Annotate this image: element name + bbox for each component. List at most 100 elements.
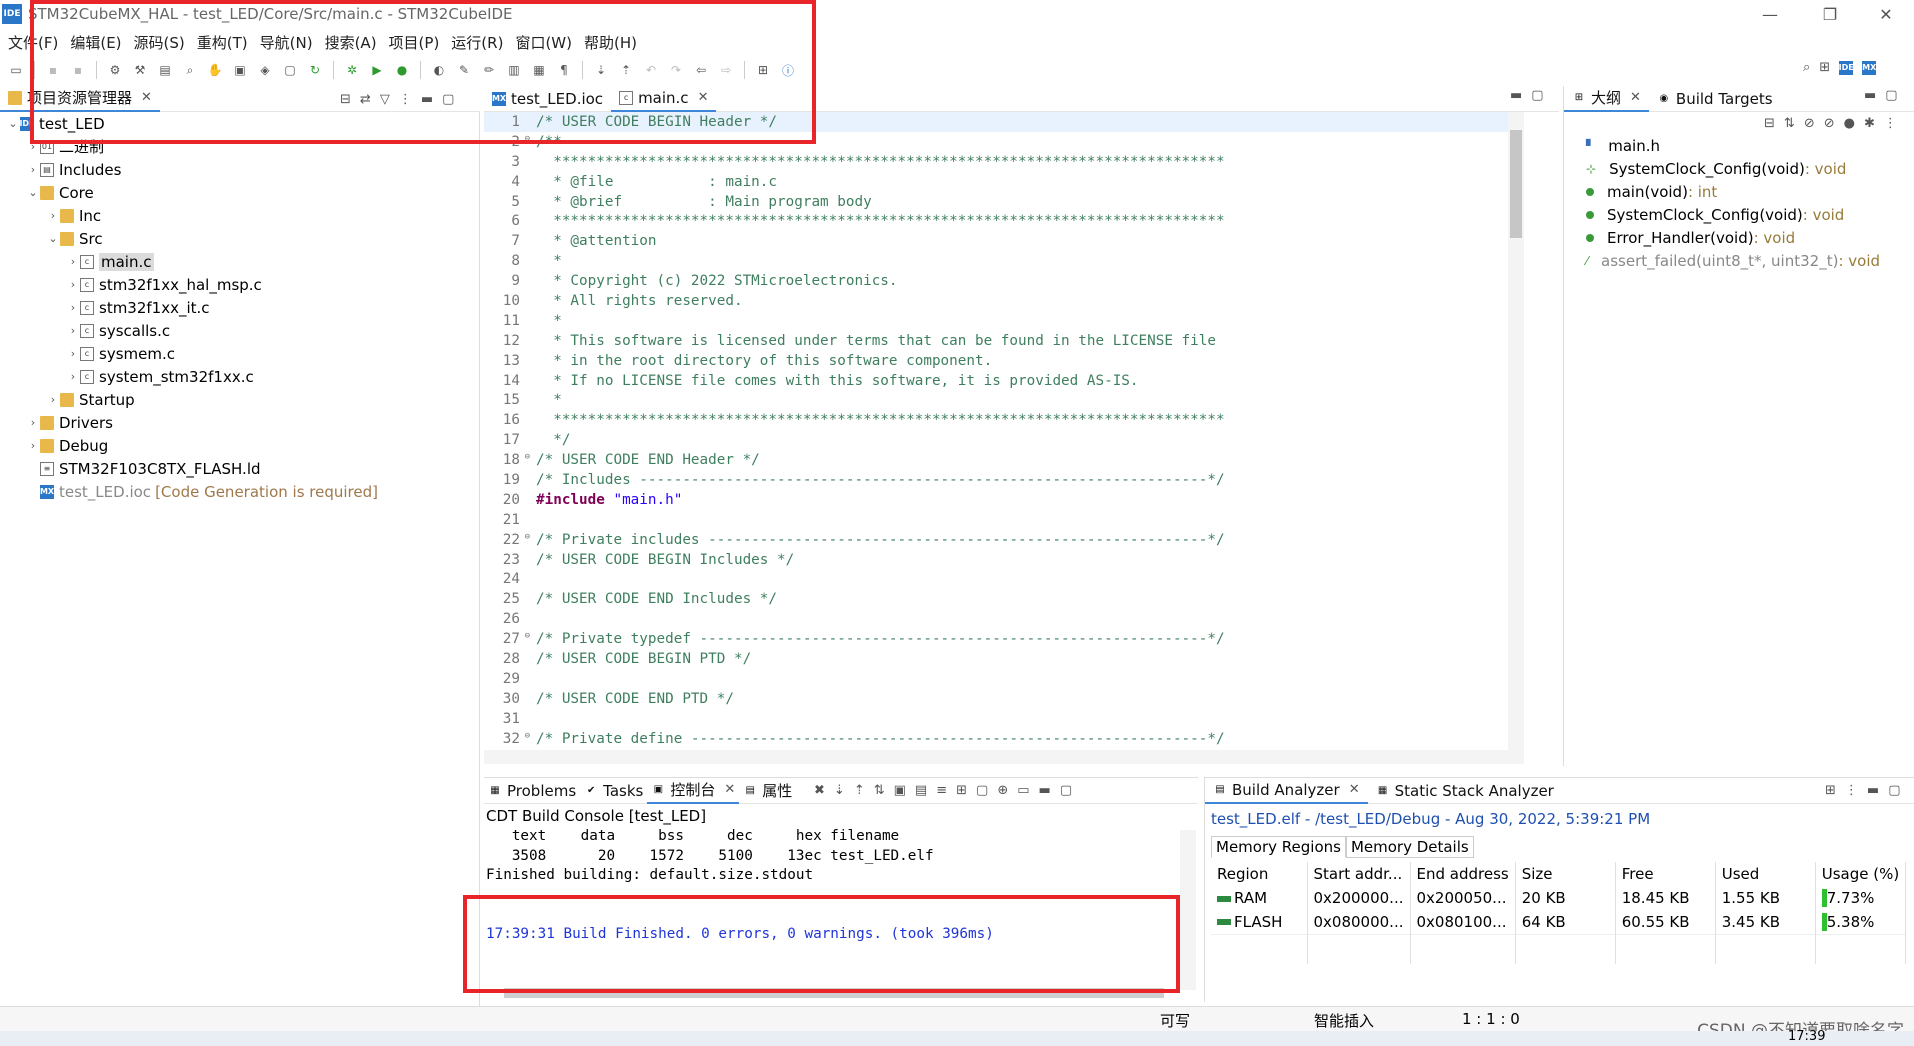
- menu-item[interactable]: 运行(R): [451, 32, 503, 53]
- console-tab[interactable]: ▣ 控制台 ✕: [647, 777, 740, 804]
- maximize-button[interactable]: ❐: [1800, 0, 1860, 28]
- tree-item[interactable]: › c system_stm32f1xx.c: [0, 365, 480, 388]
- expand-arrow-icon[interactable]: ›: [26, 163, 40, 176]
- show-whitespace-icon[interactable]: ¶: [554, 60, 574, 80]
- maximize-view-icon[interactable]: ▢: [1531, 88, 1543, 103]
- view-menu-icon[interactable]: ⋮: [399, 92, 412, 107]
- expand-arrow-icon[interactable]: ›: [26, 439, 40, 452]
- new-project-icon[interactable]: ▣: [230, 60, 250, 80]
- search-icon[interactable]: ⌕: [1803, 60, 1810, 75]
- prev-annotation-icon[interactable]: ⇡: [616, 60, 636, 80]
- close-icon[interactable]: ✕: [724, 782, 735, 797]
- memory-subtab[interactable]: Memory Regions: [1211, 836, 1346, 858]
- open-element-icon[interactable]: ✎: [454, 60, 474, 80]
- view-menu-icon[interactable]: ⋮: [1884, 116, 1897, 131]
- expand-arrow-icon[interactable]: ›: [46, 393, 60, 406]
- outline-item[interactable]: SystemClock_Config(void) : void: [1564, 203, 1880, 226]
- external-tools-icon[interactable]: ●: [392, 60, 412, 80]
- expand-arrow-icon[interactable]: ›: [66, 370, 80, 383]
- tree-item[interactable]: › ■ Debug: [0, 434, 480, 457]
- table-row[interactable]: RAM 0x200000... 0x200050... 20 KB 18.45 KB 1.…: [1211, 886, 1907, 910]
- pin-console-icon[interactable]: ⊞: [956, 783, 967, 798]
- expand-arrow-icon[interactable]: ⌄: [46, 232, 60, 245]
- tree-item[interactable]: ⌄ IDE test_LED: [0, 112, 480, 135]
- minimize-view-icon[interactable]: ▬: [1510, 88, 1522, 103]
- menu-item[interactable]: 源码(S): [134, 32, 185, 53]
- close-icon[interactable]: ✕: [698, 90, 709, 105]
- tree-item[interactable]: MX test_LED.ioc [Code Generation is requir…: [0, 480, 480, 503]
- search-file-icon[interactable]: ⌕: [180, 60, 200, 80]
- console-horizontal-scrollbar[interactable]: [504, 988, 1164, 998]
- build-hammer-icon[interactable]: ⚒: [130, 60, 150, 80]
- copy-icon[interactable]: ▣: [894, 783, 906, 798]
- tree-item[interactable]: › ▤ Includes: [0, 158, 480, 181]
- save-icon[interactable]: ▪: [43, 60, 63, 80]
- binary-icon[interactable]: ▤: [155, 60, 175, 80]
- column-header[interactable]: Free: [1615, 862, 1716, 886]
- hand-icon[interactable]: ✋: [205, 60, 225, 80]
- outline-tab[interactable]: ⊞ 大纲 ✕: [1564, 85, 1649, 112]
- console-tab[interactable]: ▤ 属性: [739, 778, 796, 804]
- open-external-icon[interactable]: ⊞: [1825, 783, 1836, 798]
- console-vertical-scrollbar[interactable]: [1180, 830, 1196, 990]
- tab-project-explorer[interactable]: ■ 项目资源管理器 ✕: [0, 85, 160, 112]
- run-icon[interactable]: ▶: [367, 60, 387, 80]
- expand-arrow-icon[interactable]: ›: [66, 255, 80, 268]
- menu-item[interactable]: 窗口(W): [515, 32, 572, 53]
- paste-icon[interactable]: ▤: [915, 783, 927, 798]
- column-header[interactable]: Start addr...: [1307, 862, 1411, 886]
- hide-nonpublic-icon[interactable]: ●: [1844, 116, 1855, 131]
- build-analyzer-title[interactable]: test_LED.elf - /test_LED/Debug - Aug 30,…: [1211, 810, 1650, 828]
- maximize-view-icon[interactable]: ▢: [442, 92, 454, 107]
- outline-item[interactable]: Error_Handler(void) : void: [1564, 226, 1880, 249]
- info-icon[interactable]: ⓘ: [778, 60, 798, 80]
- expand-arrow-icon[interactable]: ⌄: [26, 186, 40, 199]
- close-icon[interactable]: ✕: [141, 90, 152, 105]
- expand-arrow-icon[interactable]: ›: [66, 347, 80, 360]
- toggle-mark-icon[interactable]: ▥: [504, 60, 524, 80]
- block-select-icon[interactable]: ▦: [529, 60, 549, 80]
- editor-tab[interactable]: c main.c ✕: [611, 85, 717, 112]
- menu-item[interactable]: 搜索(A): [325, 32, 377, 53]
- new-console-icon[interactable]: ▭: [1017, 783, 1029, 798]
- pin-editor-icon[interactable]: ⊞: [753, 60, 773, 80]
- tree-item[interactable]: › ■ Startup: [0, 388, 480, 411]
- prev-error-icon[interactable]: ⇡: [854, 783, 865, 798]
- group-icon[interactable]: ✱: [1864, 116, 1875, 131]
- column-header[interactable]: Region: [1211, 862, 1308, 886]
- collapse-all-icon[interactable]: ⊟: [340, 92, 351, 107]
- tree-item[interactable]: › ■ Drivers: [0, 411, 480, 434]
- menu-item[interactable]: 项目(P): [389, 32, 440, 53]
- minimize-view-icon[interactable]: ▬: [1039, 783, 1051, 798]
- minimize-view-icon[interactable]: ▬: [1867, 783, 1879, 798]
- outline-item[interactable]: ▘ main.h: [1564, 134, 1880, 157]
- column-header[interactable]: End address: [1410, 862, 1516, 886]
- editor-horizontal-scrollbar[interactable]: [484, 750, 1524, 764]
- forward-edit-icon[interactable]: ↷: [666, 60, 686, 80]
- expand-arrow-icon[interactable]: ›: [26, 140, 40, 153]
- view-menu-icon[interactable]: ⋮: [1845, 783, 1858, 798]
- table-row[interactable]: FLASH 0x080000... 0x080100... 64 KB 60.55 KB…: [1211, 910, 1907, 934]
- close-icon[interactable]: ✕: [1630, 90, 1641, 105]
- expand-arrow-icon[interactable]: ⌄: [6, 117, 20, 130]
- console-tab[interactable]: ✔ Tasks: [580, 778, 647, 804]
- next-error-icon[interactable]: ⇣: [834, 783, 845, 798]
- menu-item[interactable]: 重构(T): [197, 32, 248, 53]
- hide-fields-icon[interactable]: ⊘: [1804, 116, 1815, 131]
- minimize-view-icon[interactable]: ▬: [421, 92, 433, 107]
- save-all-icon[interactable]: ▪: [68, 60, 88, 80]
- menu-item[interactable]: 文件(F): [8, 32, 58, 53]
- ide-perspective-icon[interactable]: IDE: [1839, 60, 1854, 75]
- expand-arrow-icon[interactable]: ›: [66, 324, 80, 337]
- console-output[interactable]: text data bss dec hex filename 3508 20 1…: [486, 828, 1176, 945]
- column-header[interactable]: Usage (%): [1815, 862, 1907, 886]
- fold-toggle-icon[interactable]: ⊖: [525, 452, 530, 462]
- expand-arrow-icon[interactable]: ›: [26, 416, 40, 429]
- open-console-icon[interactable]: ⊕: [997, 783, 1008, 798]
- new-class-icon[interactable]: ◈: [255, 60, 275, 80]
- editor-tab[interactable]: MX test_LED.ioc: [484, 86, 611, 112]
- minimize-view-icon[interactable]: ▬: [1864, 88, 1876, 103]
- code-editor[interactable]: 1/* USER CODE BEGIN Header */2 ⊖/** 3 ****…: [484, 112, 1524, 757]
- tree-item[interactable]: › c main.c: [0, 250, 480, 273]
- menu-item[interactable]: 帮助(H): [584, 32, 637, 53]
